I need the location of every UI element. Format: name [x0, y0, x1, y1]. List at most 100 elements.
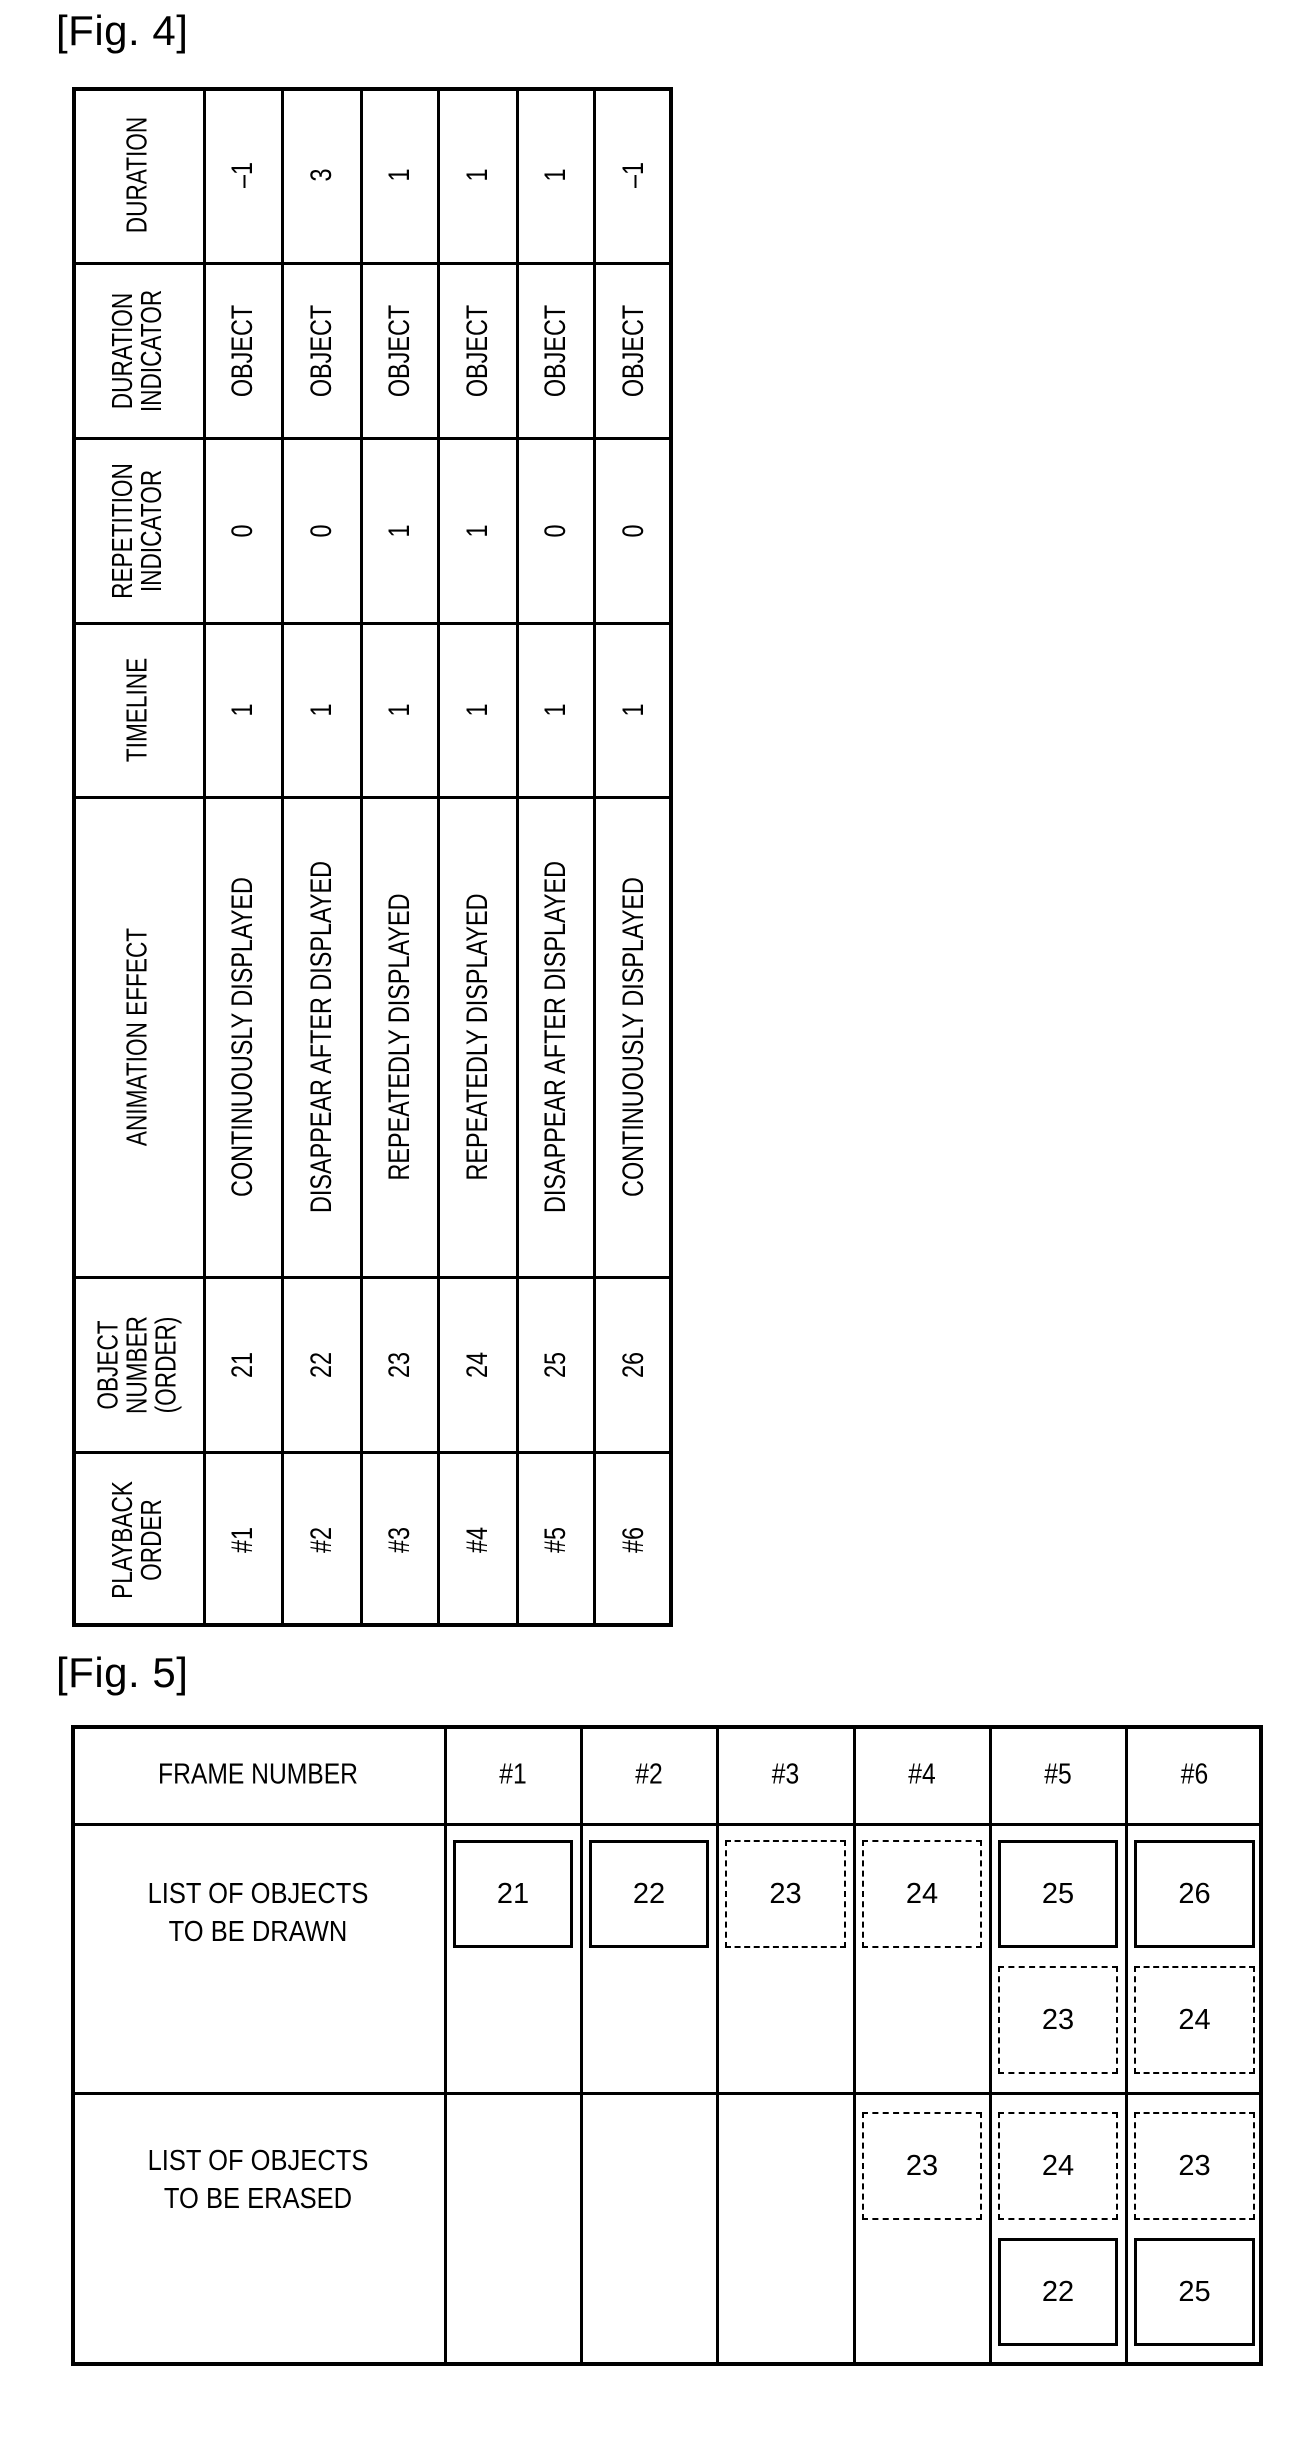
fig4-cell-duration-indicator: OBJECT	[594, 263, 673, 438]
fig5-drawn-object-box: 23	[998, 1966, 1118, 2074]
fig4-cell-value: 1	[226, 703, 259, 717]
fig5-erased-label-cell: LIST OF OBJECTS TO BE ERASED	[71, 2093, 445, 2366]
fig4-cell-value: #5	[538, 1526, 572, 1553]
fig5-drawn-object-box: 25	[998, 1840, 1118, 1948]
fig4-cell-value: #4	[460, 1526, 494, 1553]
fig5-frame-header: #4	[854, 1725, 990, 1824]
fig4-cell-value: 0	[226, 523, 259, 538]
fig4-header-repetition-indicator: REPETITION INDICATOR	[72, 438, 204, 623]
fig4-cell-playback-order: #5	[517, 1452, 594, 1627]
fig4-cell-object-number: 26	[594, 1277, 673, 1452]
fig4-cell-value: 1	[382, 168, 416, 182]
fig4-cell-duration: 1	[517, 87, 594, 263]
fig4-cell-value: 1	[460, 523, 494, 538]
fig5-object-id: 22	[632, 1877, 666, 1910]
fig4-header-text: ANIMATION EFFECT	[121, 927, 154, 1147]
fig4-cell-value: –1	[616, 161, 650, 189]
fig4-cell-value: 1	[538, 168, 572, 182]
fig4-cell-duration-indicator: OBJECT	[438, 263, 517, 438]
fig5-object-id: 26	[1178, 1877, 1211, 1910]
fig4-cell-value: 0	[304, 523, 338, 538]
fig4-cell-repetition-indicator: 0	[517, 438, 594, 623]
fig4-cell-value: –1	[226, 161, 259, 189]
fig5-frame-header: #5	[990, 1725, 1126, 1824]
fig4-cell-value: #2	[304, 1526, 338, 1553]
fig5-object-id: 23	[1041, 2003, 1075, 2036]
fig4-header-playback-order: PLAYBACK ORDER	[72, 1452, 204, 1627]
fig4-cell-timeline: 1	[594, 623, 673, 797]
fig4-cell-value: 26	[616, 1351, 650, 1378]
fig5-object-id: 24	[1178, 2003, 1211, 2036]
fig5-label: [Fig. 5]	[56, 1649, 189, 1696]
fig5-drawn-object-box: 24	[1134, 1966, 1255, 2074]
fig4-header-text: TIMELINE	[121, 657, 154, 763]
fig4-cell-value: 25	[538, 1351, 572, 1378]
fig5-drawn-label-cell: LIST OF OBJECTS TO BE DRAWN	[71, 1824, 445, 2093]
fig4-cell-duration-indicator: OBJECT	[282, 263, 361, 438]
fig4-cell-value: OBJECT	[226, 304, 259, 397]
fig5-drawn-object-box: 23	[725, 1840, 846, 1948]
fig5-erased-object-box: 24	[998, 2112, 1118, 2220]
fig4-header-duration: DURATION	[72, 87, 204, 263]
fig4-cell-value: 23	[382, 1351, 416, 1378]
fig4-cell-value: #3	[382, 1526, 416, 1553]
fig4-cell-duration: 1	[438, 87, 517, 263]
fig5-frame-number: #6	[1180, 1758, 1209, 1790]
fig5-erased-object-box: 25	[1134, 2238, 1255, 2346]
fig4-cell-value: 0	[538, 523, 572, 538]
fig4-cell-animation-effect: CONTINUOUSLY DISPLAYED	[594, 797, 673, 1277]
fig4-cell-playback-order: #1	[204, 1452, 282, 1627]
fig4-cell-value: DISAPPEAR AFTER DISPLAYED	[304, 861, 338, 1213]
fig5-frame-header: #6	[1126, 1725, 1263, 1824]
fig4-cell-value: OBJECT	[538, 304, 572, 397]
fig4-header-text: OBJECT NUMBER (ORDER)	[92, 1315, 183, 1414]
fig5-drawn-object-box: 26	[1134, 1840, 1255, 1948]
fig4-cell-value: 1	[460, 168, 494, 182]
fig4-header-animation-effect: ANIMATION EFFECT	[72, 797, 204, 1277]
fig5-erased-object-box: 23	[1134, 2112, 1255, 2220]
fig5-object-id: 23	[1178, 2149, 1211, 2182]
fig4-cell-value: DISAPPEAR AFTER DISPLAYED	[538, 861, 572, 1213]
fig4-cell-value: 24	[460, 1351, 494, 1378]
fig5-frame-number: #2	[635, 1758, 663, 1790]
fig4-cell-value: 1	[382, 523, 416, 538]
fig4-cell-value: 1	[538, 703, 572, 717]
fig4-header-text: REPETITION INDICATOR	[107, 462, 168, 599]
fig4-cell-value: 21	[226, 1351, 259, 1378]
fig4-cell-animation-effect: REPEATEDLY DISPLAYED	[438, 797, 517, 1277]
fig5-drawn-object-box: 24	[862, 1840, 982, 1948]
fig5-drawn-label: LIST OF OBJECTS TO BE DRAWN	[147, 1878, 369, 1948]
fig4-cell-object-number: 24	[438, 1277, 517, 1452]
fig5-object-id: 25	[1178, 2275, 1211, 2308]
fig5-frame-number: #1	[499, 1758, 527, 1790]
fig5-object-id: 21	[496, 1877, 530, 1910]
fig4-cell-value: 1	[460, 703, 494, 717]
fig4-cell-animation-effect: REPEATEDLY DISPLAYED	[361, 797, 438, 1277]
fig4-cell-playback-order: #2	[282, 1452, 361, 1627]
fig5-object-id: 22	[1041, 2275, 1075, 2308]
fig4-cell-value: 1	[304, 703, 338, 717]
fig5-frame-number: #4	[908, 1758, 936, 1790]
fig4-cell-repetition-indicator: 1	[361, 438, 438, 623]
fig4-cell-object-number: 22	[282, 1277, 361, 1452]
fig5-frame-header: #3	[717, 1725, 854, 1824]
fig5-frame-number: #5	[1044, 1758, 1072, 1790]
fig4-cell-animation-effect: CONTINUOUSLY DISPLAYED	[204, 797, 282, 1277]
fig4-cell-repetition-indicator: 0	[204, 438, 282, 623]
fig5-object-id: 24	[905, 1877, 939, 1910]
fig4-cell-value: #6	[616, 1526, 650, 1553]
fig4-cell-playback-order: #3	[361, 1452, 438, 1627]
fig4-header-object-number: OBJECT NUMBER (ORDER)	[72, 1277, 204, 1452]
fig4-cell-repetition-indicator: 0	[594, 438, 673, 623]
fig4-cell-timeline: 1	[282, 623, 361, 797]
fig4-cell-value: OBJECT	[382, 304, 416, 397]
fig4-cell-value: OBJECT	[304, 304, 338, 397]
fig4-cell-value: OBJECT	[616, 304, 650, 397]
fig4-cell-repetition-indicator: 1	[438, 438, 517, 623]
fig4-cell-timeline: 1	[438, 623, 517, 797]
fig5-frame-number-label-cell: FRAME NUMBER	[71, 1725, 445, 1824]
fig4-cell-value: 1	[616, 703, 650, 717]
fig4-cell-duration-indicator: OBJECT	[361, 263, 438, 438]
fig4-cell-value: REPEATEDLY DISPLAYED	[460, 893, 494, 1181]
fig4-cell-animation-effect: DISAPPEAR AFTER DISPLAYED	[517, 797, 594, 1277]
